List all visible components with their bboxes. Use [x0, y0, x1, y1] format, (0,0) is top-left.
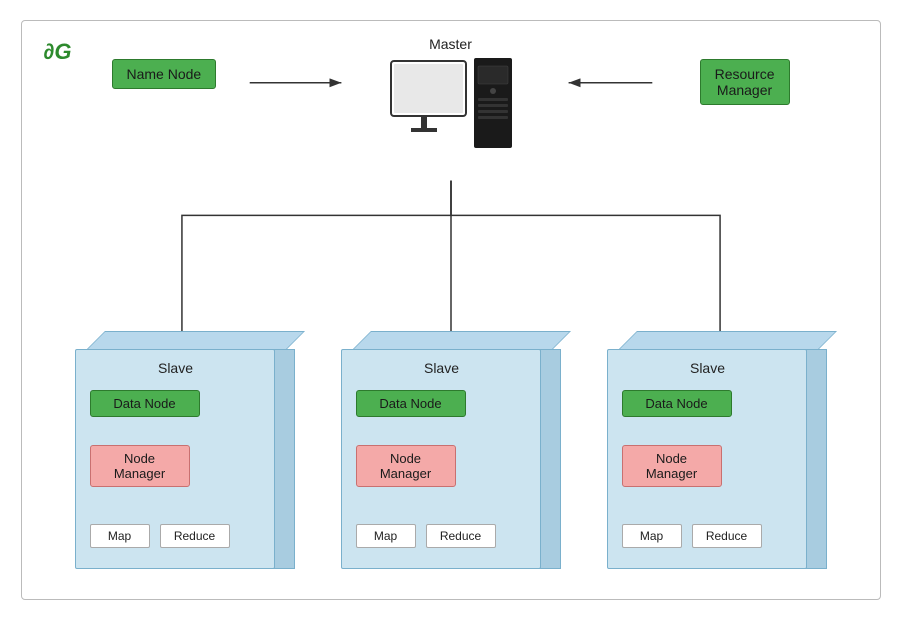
master-computer-area: Master: [371, 36, 531, 176]
cube-front-2: Slave Data Node Node Manager Map Reduce: [341, 349, 541, 569]
cube-top-3: [617, 331, 837, 351]
cube-top-2: [351, 331, 571, 351]
data-node-box-3: Data Node: [622, 390, 732, 417]
diagram-container: ∂G Name Node Resource Manager Master: [21, 20, 881, 600]
cube-right-2: [539, 349, 561, 569]
map-box-3: Map: [622, 524, 682, 548]
data-node-box-2: Data Node: [356, 390, 466, 417]
cube-front-3: Slave Data Node Node Manager Map Reduce: [607, 349, 807, 569]
cube-top-1: [85, 331, 305, 351]
map-box-2: Map: [356, 524, 416, 548]
name-node-box: Name Node: [112, 59, 217, 89]
slave-label-1: Slave: [76, 360, 276, 376]
master-label: Master: [371, 36, 531, 52]
cube-front-1: Slave Data Node Node Manager Map Reduce: [75, 349, 275, 569]
computer-icon: [386, 56, 516, 176]
reduce-box-3: Reduce: [692, 524, 762, 548]
reduce-box-1: Reduce: [160, 524, 230, 548]
node-manager-box-2: Node Manager: [356, 445, 456, 487]
map-box-1: Map: [90, 524, 150, 548]
cube-right-3: [805, 349, 827, 569]
slave-cube-3: Slave Data Node Node Manager Map Reduce: [607, 329, 827, 569]
cube-right-1: [273, 349, 295, 569]
slave-cube-1: Slave Data Node Node Manager Map Reduce: [75, 329, 295, 569]
node-manager-box-1: Node Manager: [90, 445, 190, 487]
slaves-row: Slave Data Node Node Manager Map Reduce …: [22, 329, 880, 569]
slave-label-3: Slave: [608, 360, 808, 376]
logo: ∂G: [44, 39, 72, 65]
slave-cube-2: Slave Data Node Node Manager Map Reduce: [341, 329, 561, 569]
data-node-box-1: Data Node: [90, 390, 200, 417]
slave-label-2: Slave: [342, 360, 542, 376]
reduce-box-2: Reduce: [426, 524, 496, 548]
resource-manager-box: Resource Manager: [700, 59, 790, 105]
node-manager-box-3: Node Manager: [622, 445, 722, 487]
